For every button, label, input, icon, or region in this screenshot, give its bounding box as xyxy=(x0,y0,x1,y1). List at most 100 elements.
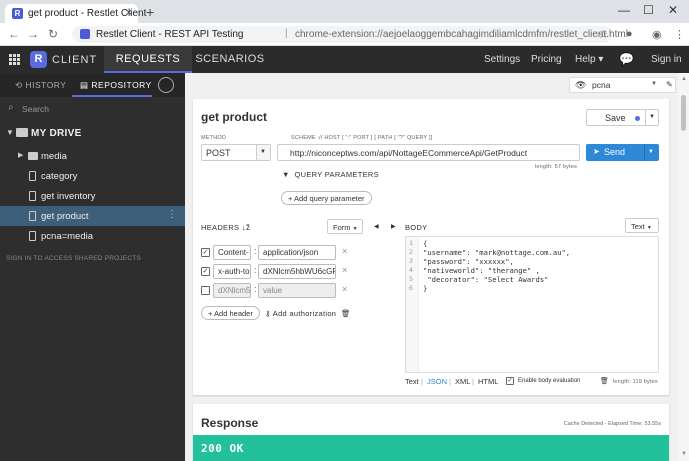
format-separator: | xyxy=(449,377,451,386)
save-button[interactable]: Save ▼ xyxy=(586,109,659,126)
scroll-down-icon[interactable]: ▼ xyxy=(681,451,687,457)
code-line: "decorator": "Select Awards" xyxy=(423,275,549,284)
add-header-button[interactable]: + Add header xyxy=(201,306,260,320)
body-format-bar: Text | JSON | XML | HTML ✓ Enable body e… xyxy=(405,376,659,388)
browser-tab-strip: R get product - Restlet Client × + — ☐ ✕ xyxy=(0,0,689,23)
header-name-input[interactable]: dXNlcm5 xyxy=(213,283,251,298)
reload-icon[interactable]: ↻ xyxy=(48,27,58,41)
header-name-input[interactable]: Content- xyxy=(213,245,251,260)
main-scrollbar[interactable]: ▲ ▼ xyxy=(678,73,689,461)
body-label: BODY xyxy=(405,223,428,232)
tab-repository[interactable]: ▤ REPOSITORY xyxy=(80,80,152,91)
maximize-icon[interactable]: ☐ xyxy=(643,3,654,17)
new-tab-icon[interactable]: + xyxy=(146,4,154,20)
send-button[interactable]: ➤ Send ▼ xyxy=(586,144,659,161)
collapse-right-icon[interactable]: ▶ xyxy=(391,223,396,230)
environment-selector[interactable]: 👁 pcna ▼ ✎ xyxy=(569,77,676,93)
format-text[interactable]: Text xyxy=(405,377,419,386)
code-line: } xyxy=(423,284,428,293)
new-request-button[interactable] xyxy=(158,77,174,93)
request-icon xyxy=(29,171,36,181)
code-line: "username": "mark@nottage.com.au", xyxy=(423,248,571,257)
forward-icon[interactable]: → xyxy=(27,27,39,41)
header-enabled-checkbox[interactable]: ✓ xyxy=(201,248,210,257)
omnibox[interactable]: Restlet Client - REST API Testing | chro… xyxy=(72,26,628,43)
url-value: http://niconceptws.com/api/NottageEComme… xyxy=(290,148,528,158)
app-brand: CLIENT xyxy=(52,54,98,66)
format-html[interactable]: HTML xyxy=(478,377,498,386)
header-row: ✓ x-auth-to : dXNlcm5hbWU6cGF × xyxy=(201,264,361,279)
sidebar-item-pcna-media[interactable]: pcna=media xyxy=(0,226,185,246)
header-enabled-checkbox[interactable]: ✓ xyxy=(201,267,210,276)
star-icon[interactable]: ☆ xyxy=(598,28,608,41)
folder-icon xyxy=(28,152,38,160)
collapse-left-icon[interactable]: ◀ xyxy=(374,223,379,230)
headers-mode-select[interactable]: Form ▼ xyxy=(327,219,363,234)
tab-scenarios[interactable]: SCENARIOS xyxy=(192,46,268,73)
pricing-link[interactable]: Pricing xyxy=(531,54,562,65)
save-dropdown-icon[interactable]: ▼ xyxy=(649,114,655,120)
settings-link[interactable]: Settings xyxy=(484,54,520,65)
format-xml[interactable]: XML xyxy=(455,377,470,386)
trash-icon[interactable]: 🗑 xyxy=(341,309,351,318)
status-bar: 200 OK xyxy=(193,435,669,461)
minimize-icon[interactable]: — xyxy=(618,3,630,17)
account-icon[interactable]: ◉ xyxy=(652,28,662,41)
headers-label-text: HEADERS xyxy=(201,223,240,232)
code-line: { xyxy=(423,239,428,248)
body-mode-select[interactable]: Text ▼ xyxy=(625,218,659,233)
sidebar-item-label: media xyxy=(41,151,67,162)
header-value-input[interactable]: application/json xyxy=(258,245,336,260)
back-icon[interactable]: ← xyxy=(8,27,20,41)
eye-icon[interactable]: 👁 xyxy=(575,80,586,91)
delete-body-icon[interactable]: 🗑 xyxy=(600,377,609,385)
request-title[interactable]: get product xyxy=(201,110,267,124)
help-link[interactable]: Help ▾ xyxy=(575,54,603,65)
scroll-up-icon[interactable]: ▲ xyxy=(681,76,687,82)
body-editor[interactable]: 1 2 3 4 5 6 { "username": "mark@nottage.… xyxy=(405,236,659,373)
sidebar-item-media[interactable]: ▶ media xyxy=(0,146,185,166)
add-authorization-link[interactable]: ⚷ Add authorization xyxy=(265,309,336,318)
method-select[interactable]: POST ▼ xyxy=(201,144,271,161)
header-enabled-checkbox[interactable] xyxy=(201,286,210,295)
header-value-input[interactable]: value xyxy=(258,283,336,298)
remove-header-icon[interactable]: × xyxy=(342,246,347,256)
active-tab-indicator xyxy=(72,95,152,97)
menu-dots-icon[interactable]: ⋮ xyxy=(674,28,685,41)
body-eval-checkbox[interactable]: ✓ xyxy=(506,377,514,385)
body-length: length: 119 bytes xyxy=(613,379,658,385)
query-parameters-label: QUERY PARAMETERS xyxy=(294,170,379,179)
remove-header-icon[interactable]: × xyxy=(342,265,347,275)
query-parameters-toggle[interactable]: ▼ QUERY PARAMETERS xyxy=(282,170,379,179)
expand-caret-icon: ▶ xyxy=(18,152,24,159)
profile-icon[interactable]: ● xyxy=(626,28,633,40)
chat-icon[interactable]: 💬 xyxy=(619,52,634,66)
sidebar-item-category[interactable]: category xyxy=(0,166,185,186)
sidebar-search[interactable]: ⌕ Search xyxy=(4,100,181,118)
sidebar-item-get-product[interactable]: get product ⋮ xyxy=(0,206,185,226)
restlet-favicon-icon: R xyxy=(12,8,23,19)
tab-requests[interactable]: REQUESTS xyxy=(104,46,192,73)
code-line: "password": "xxxxxx", xyxy=(423,257,514,266)
line-number: 2 xyxy=(409,248,413,256)
scroll-thumb[interactable] xyxy=(681,95,686,131)
tab-history[interactable]: ⟲ HISTORY xyxy=(15,80,66,91)
edit-icon[interactable]: ✎ xyxy=(666,80,673,89)
my-drive-header[interactable]: ▼ MY DRIVE xyxy=(0,123,185,143)
chevron-down-icon: ▼ xyxy=(352,226,358,232)
header-value-input[interactable]: dXNlcm5hbWU6cGF xyxy=(258,264,336,279)
item-menu-icon[interactable]: ⋮ xyxy=(167,209,177,220)
add-query-parameter-button[interactable]: + Add query parameter xyxy=(281,191,372,205)
format-json[interactable]: JSON xyxy=(427,377,447,386)
browser-tab[interactable]: R get product - Restlet Client × xyxy=(5,4,146,23)
send-dropdown-icon[interactable]: ▼ xyxy=(648,149,654,155)
close-tab-icon[interactable]: × xyxy=(126,7,132,19)
sort-icon[interactable]: ↓ž xyxy=(242,223,251,232)
apps-grid-icon[interactable] xyxy=(9,54,20,65)
remove-header-icon[interactable]: × xyxy=(342,284,347,294)
url-input[interactable]: http://niconceptws.com/api/NottageEComme… xyxy=(277,144,580,161)
sign-in-link[interactable]: Sign in xyxy=(651,54,682,65)
header-name-input[interactable]: x-auth-to xyxy=(213,264,251,279)
sidebar-item-get-inventory[interactable]: get inventory xyxy=(0,186,185,206)
close-window-icon[interactable]: ✕ xyxy=(668,3,678,17)
